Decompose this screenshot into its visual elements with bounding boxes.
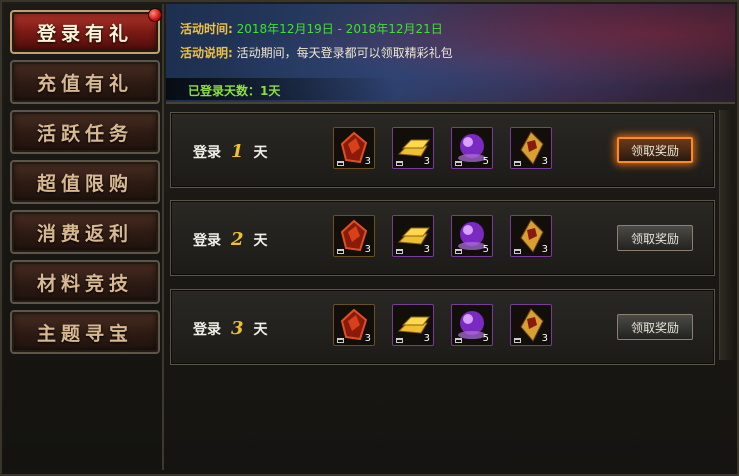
- item-count: 5: [482, 244, 489, 255]
- reward-row: 登录 3 天 3 3 5 3 领取奖励: [170, 289, 715, 365]
- bind-lock-icon: [337, 249, 344, 254]
- sidebar: 登录有礼 充值有礼 活跃任务 超值限购 消费返利 材料竞技 主题寻宝: [4, 4, 164, 470]
- sidebar-item-label: 主题寻宝: [36, 322, 133, 345]
- item-count: 3: [423, 156, 430, 167]
- reward-item[interactable]: 3: [510, 304, 552, 346]
- reward-item[interactable]: 3: [392, 304, 434, 346]
- reward-item[interactable]: 5: [451, 304, 493, 346]
- bind-lock-icon: [514, 161, 521, 166]
- reward-item[interactable]: 3: [333, 304, 375, 346]
- day-number: 2: [231, 229, 244, 250]
- bind-lock-icon: [337, 161, 344, 166]
- bind-lock-icon: [455, 249, 462, 254]
- sidebar-item-login-gift[interactable]: 登录有礼: [10, 8, 162, 54]
- item-count: 3: [423, 333, 430, 344]
- row-label: 登录 1 天: [193, 141, 268, 162]
- item-count: 3: [541, 333, 548, 344]
- event-banner: 活动时间: 2018年12月19日 - 2018年12月21日 活动说明: 活动…: [166, 4, 735, 104]
- reward-item[interactable]: 3: [510, 127, 552, 169]
- sidebar-item-recharge-gift[interactable]: 充值有礼: [10, 60, 160, 104]
- item-count: 5: [482, 156, 489, 167]
- login-days-text: 已登录天数：1天: [188, 84, 281, 98]
- item-count: 3: [364, 333, 371, 344]
- reward-item[interactable]: 5: [451, 127, 493, 169]
- claim-reward-button[interactable]: 领取奖励: [617, 225, 693, 251]
- row-prefix: 登录: [193, 144, 221, 161]
- day-number: 3: [231, 318, 244, 339]
- event-desc-line: 活动说明: 活动期间，每天登录都可以领取精彩礼包: [180, 44, 453, 61]
- sidebar-item-active-tasks[interactable]: 活跃任务: [10, 110, 160, 154]
- item-count: 3: [364, 156, 371, 167]
- bind-lock-icon: [396, 161, 403, 166]
- reward-item[interactable]: 3: [333, 127, 375, 169]
- notification-dot-icon: [148, 8, 162, 22]
- reward-item[interactable]: 3: [333, 215, 375, 257]
- scrollbar-track[interactable]: [719, 110, 734, 360]
- bind-lock-icon: [514, 249, 521, 254]
- event-time-value: 2018年12月19日 - 2018年12月21日: [236, 22, 443, 36]
- claim-reward-button[interactable]: 领取奖励: [617, 137, 693, 163]
- item-count: 3: [364, 244, 371, 255]
- sidebar-item-spend-rebate[interactable]: 消费返利: [10, 210, 160, 254]
- bind-lock-icon: [514, 338, 521, 343]
- item-count: 3: [541, 156, 548, 167]
- event-time-label: 活动时间:: [180, 22, 233, 36]
- sidebar-item-label: 消费返利: [36, 222, 133, 245]
- sidebar-item-treasure-hunt[interactable]: 主题寻宝: [10, 310, 160, 354]
- bind-lock-icon: [455, 338, 462, 343]
- row-suffix: 天: [253, 321, 268, 338]
- row-prefix: 登录: [193, 232, 221, 249]
- bind-lock-icon: [337, 338, 344, 343]
- reward-item[interactable]: 5: [451, 215, 493, 257]
- row-prefix: 登录: [193, 321, 221, 338]
- sidebar-item-label: 登录有礼: [36, 22, 133, 45]
- sidebar-item-value-purchase[interactable]: 超值限购: [10, 160, 160, 204]
- bind-lock-icon: [396, 249, 403, 254]
- sidebar-item-label: 活跃任务: [36, 122, 133, 145]
- sidebar-item-label: 充值有礼: [36, 72, 133, 95]
- event-desc-label: 活动说明:: [180, 46, 233, 60]
- reward-item[interactable]: 3: [392, 215, 434, 257]
- sidebar-item-material-contest[interactable]: 材料竞技: [10, 260, 160, 304]
- bind-lock-icon: [455, 161, 462, 166]
- reward-item[interactable]: 3: [392, 127, 434, 169]
- row-label: 登录 2 天: [193, 229, 268, 250]
- item-count: 5: [482, 333, 489, 344]
- row-suffix: 天: [253, 144, 268, 161]
- row-label: 登录 3 天: [193, 318, 268, 339]
- sidebar-item-label: 超值限购: [36, 172, 133, 195]
- event-desc-value: 活动期间，每天登录都可以领取精彩礼包: [236, 46, 453, 60]
- sidebar-item-label: 材料竞技: [36, 272, 133, 295]
- reward-row: 登录 2 天 3 3 5 3 领取奖励: [170, 200, 715, 276]
- event-time-line: 活动时间: 2018年12月19日 - 2018年12月21日: [180, 20, 443, 37]
- claim-reward-button[interactable]: 领取奖励: [617, 314, 693, 340]
- day-number: 1: [231, 141, 244, 162]
- bind-lock-icon: [396, 338, 403, 343]
- reward-item[interactable]: 3: [510, 215, 552, 257]
- item-count: 3: [541, 244, 548, 255]
- item-count: 3: [423, 244, 430, 255]
- row-suffix: 天: [253, 232, 268, 249]
- reward-row: 登录 1 天 3 3 5 3 领取奖励: [170, 112, 715, 188]
